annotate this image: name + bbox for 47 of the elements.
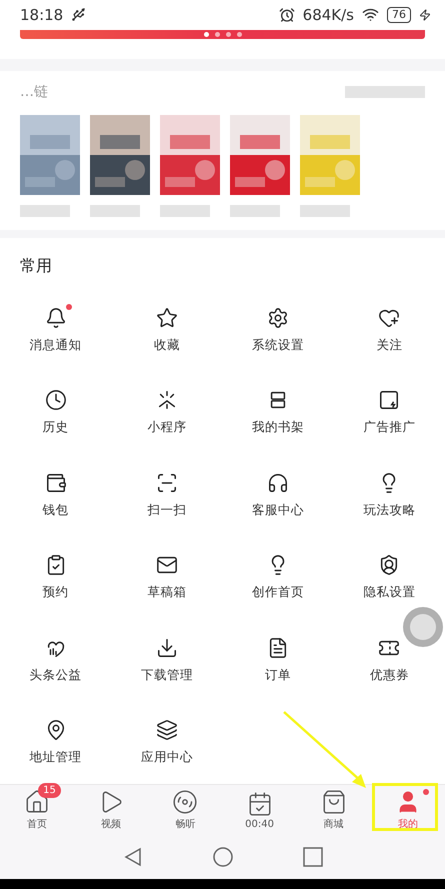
count-badge: 15 [38, 783, 61, 798]
download-icon [156, 636, 178, 659]
back-icon[interactable] [122, 847, 142, 867]
shortcut-item[interactable]: 收藏 [154, 306, 180, 354]
scan-icon [156, 472, 178, 494]
highlight-frame [372, 783, 438, 831]
ad-board-icon [378, 389, 400, 412]
network-speed: 684K/s [302, 6, 354, 24]
tab[interactable]: 我的 [370, 785, 445, 835]
section-title: 常用 [19, 255, 53, 278]
clock-icon [44, 389, 67, 412]
charging-icon [419, 8, 431, 21]
tab[interactable]: 视频 [74, 785, 148, 835]
wifi-icon [362, 6, 379, 24]
blurred-text [230, 204, 280, 217]
headset-icon [267, 472, 290, 494]
settings-icon [267, 306, 290, 329]
tab[interactable]: 00:40 [222, 785, 297, 835]
alarm-icon [278, 6, 295, 23]
usb-icon [71, 7, 86, 22]
blurred-text [90, 204, 140, 217]
music-disc-icon [172, 789, 198, 816]
shortcut-item[interactable]: 订单 [265, 636, 292, 684]
shortcut-item[interactable]: 系统设置 [252, 306, 304, 354]
shortcut-item[interactable]: 消息通知 [30, 306, 82, 354]
blurred-text [20, 204, 70, 217]
banner[interactable] [20, 30, 425, 39]
wallet-icon [44, 472, 67, 494]
shopping-bag-icon [320, 789, 347, 816]
home-circle-icon[interactable] [212, 847, 232, 867]
battery-level: 76 [387, 6, 411, 23]
tab[interactable]: 商城 [296, 785, 371, 835]
shortcut-item[interactable]: 玩法攻略 [363, 472, 416, 519]
recents-square-icon[interactable] [302, 847, 322, 867]
bell-icon [44, 306, 67, 329]
shortcut-item[interactable]: 关注 [376, 306, 402, 354]
shortcut-item[interactable]: 扫一扫 [147, 472, 186, 519]
tab[interactable]: 畅听 [148, 785, 222, 835]
blurred-text [160, 204, 210, 217]
star-icon [156, 306, 178, 329]
calendar-check-icon [246, 790, 273, 817]
status-time: 18:18 [20, 6, 64, 24]
tab[interactable]: 15 首页 [0, 785, 74, 835]
blurred-text [300, 204, 350, 217]
layers-icon [156, 719, 178, 742]
section-title: …链 [20, 82, 48, 101]
shortcut-item[interactable]: 客服中心 [252, 472, 304, 519]
